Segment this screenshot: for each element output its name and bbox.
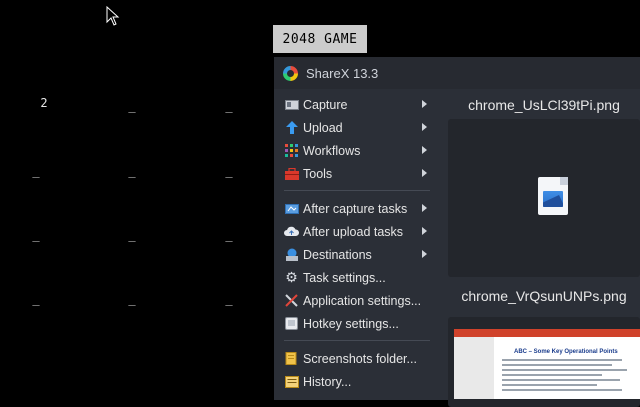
submenu-arrow-icon [422, 227, 427, 235]
after-capture-icon [284, 202, 299, 216]
game-cell: _ [128, 292, 136, 306]
menu-item-label: Destinations [303, 247, 372, 262]
game-title: 2048 GAME [273, 25, 367, 53]
menu-item-upload[interactable]: Upload [274, 116, 434, 139]
menu-item-after-upload-tasks[interactable]: After upload tasks [274, 220, 434, 243]
menu-item-label: After upload tasks [303, 224, 404, 239]
submenu-arrow-icon [422, 146, 427, 154]
thumbnail-filename[interactable]: chrome_VrQsunUNPs.png [448, 280, 640, 312]
submenu-arrow-icon [422, 169, 427, 177]
menu-separator [284, 340, 430, 341]
sharex-titlebar[interactable]: ShareX 13.3 [274, 57, 640, 89]
game-cell: _ [225, 292, 233, 306]
main-menu: Capture Upload Workflows Tools After cap… [274, 93, 434, 393]
thumbnail-panel: chrome_UsLCl39tPi.png chrome_VrQsunUNPs.… [448, 89, 640, 407]
menu-item-capture[interactable]: Capture [274, 93, 434, 116]
menu-item-label: Workflows [303, 143, 361, 158]
submenu-arrow-icon [422, 123, 427, 131]
menu-item-task-settings[interactable]: ⚙ Task settings... [274, 266, 434, 289]
document-preview: ABC – Some Key Operational Points [454, 329, 640, 399]
cloud-upload-icon [284, 225, 299, 239]
game-cell: _ [128, 99, 136, 113]
menu-item-label: Upload [303, 120, 343, 135]
menu-item-label: History... [303, 374, 352, 389]
menu-item-screenshots-folder[interactable]: Screenshots folder... [274, 347, 434, 370]
game-cell: _ [32, 292, 40, 306]
thumbnail-filename[interactable]: chrome_UsLCl39tPi.png [448, 89, 640, 121]
menu-item-after-capture-tasks[interactable]: After capture tasks [274, 197, 434, 220]
preview-heading: ABC – Some Key Operational Points [514, 349, 618, 355]
menu-item-label: Task settings... [303, 270, 386, 285]
menu-item-hotkey-settings[interactable]: Hotkey settings... [274, 312, 434, 335]
menu-item-label: Screenshots folder... [303, 351, 417, 366]
mouse-pointer-icon [106, 6, 120, 26]
gear-icon: ⚙ [285, 269, 298, 285]
game-cell: _ [32, 228, 40, 242]
folder-icon [284, 352, 299, 366]
menu-item-application-settings[interactable]: Application settings... [274, 289, 434, 312]
menu-item-label: After capture tasks [303, 201, 408, 216]
menu-separator [284, 190, 430, 191]
game-cell: _ [225, 228, 233, 242]
game-cell: _ [225, 99, 233, 113]
menu-item-label: Tools [303, 166, 333, 181]
submenu-arrow-icon [422, 250, 427, 258]
submenu-arrow-icon [422, 204, 427, 212]
menu-item-destinations[interactable]: Destinations [274, 243, 434, 266]
sharex-logo-icon [283, 65, 298, 81]
menu-item-history[interactable]: History... [274, 370, 434, 393]
game-cell: _ [128, 164, 136, 178]
destinations-icon [284, 248, 299, 262]
menu-item-workflows[interactable]: Workflows [274, 139, 434, 162]
game-cell: 2 [40, 96, 48, 110]
menu-item-label: Hotkey settings... [303, 316, 399, 331]
window-title: ShareX 13.3 [306, 65, 379, 81]
toolbox-icon [284, 167, 299, 181]
keyboard-icon [284, 317, 299, 331]
menu-item-label: Application settings... [303, 293, 422, 308]
wrench-screwdriver-icon [284, 294, 299, 308]
game-cell: _ [128, 228, 136, 242]
game-cell: _ [225, 164, 233, 178]
capture-icon [284, 98, 299, 112]
upload-arrow-icon [284, 121, 299, 135]
history-icon [284, 375, 299, 389]
workflows-grid-icon [284, 144, 299, 158]
submenu-arrow-icon [422, 100, 427, 108]
thumbnail-card[interactable]: ABC – Some Key Operational Points [448, 317, 640, 407]
menu-item-label: Capture [303, 97, 348, 112]
thumbnail-card[interactable] [448, 119, 640, 277]
menu-item-tools[interactable]: Tools [274, 162, 434, 185]
sharex-window: ShareX 13.3 Capture Upload Workflows Too… [274, 57, 640, 407]
image-file-icon [538, 177, 568, 215]
game-cell: _ [32, 164, 40, 178]
